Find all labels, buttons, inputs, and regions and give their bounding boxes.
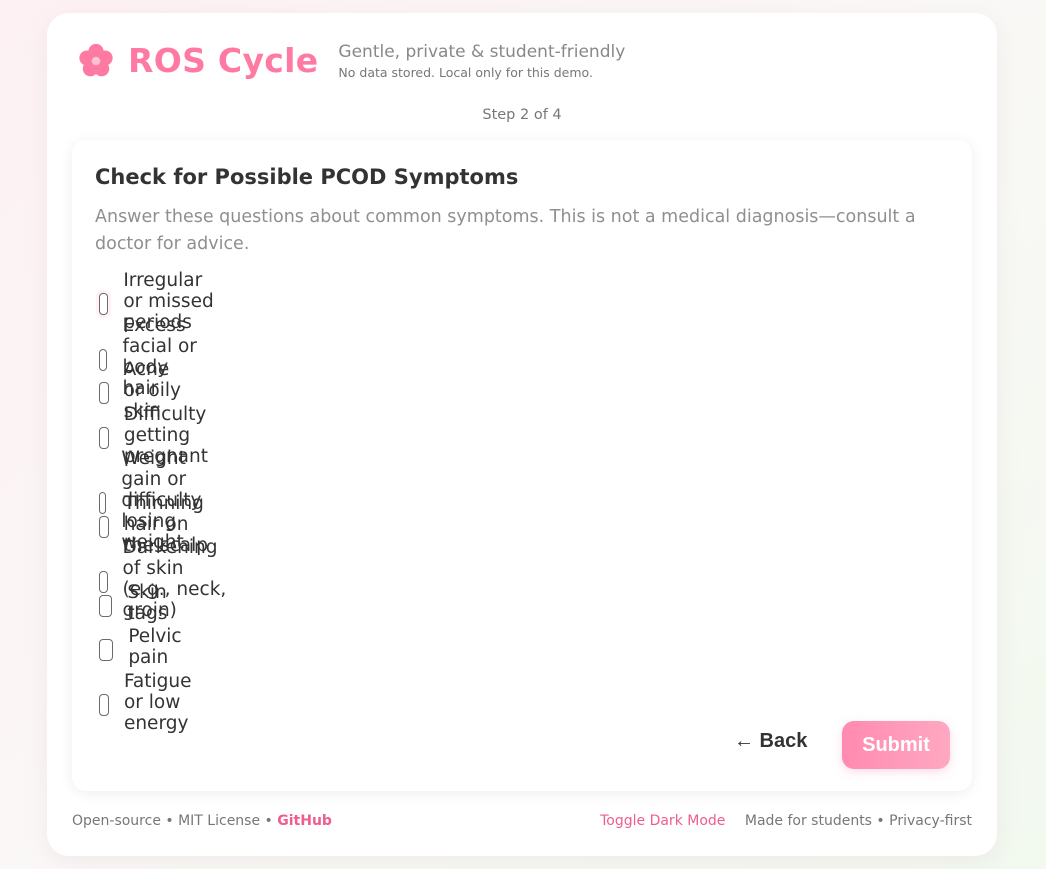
symptom-checkbox[interactable] — [99, 293, 109, 315]
form-title: Check for Possible PCOD Symptoms — [95, 165, 519, 189]
symptom-checkbox[interactable] — [99, 638, 114, 661]
flower-icon — [79, 43, 113, 76]
symptom-item[interactable]: Pelvic pain — [99, 626, 189, 668]
symptom-form: Check for Possible PCOD Symptoms Answer … — [72, 140, 972, 791]
footer-right: Toggle Dark Mode Made for students • Pri… — [600, 813, 972, 829]
back-button[interactable]: ← Back — [734, 730, 807, 753]
submit-button[interactable]: Submit — [842, 721, 950, 769]
github-link[interactable]: GitHub — [277, 813, 332, 829]
app-card: ROS Cycle Gentle, private & student-frie… — [47, 13, 997, 856]
symptom-label: Skin tags — [127, 582, 168, 624]
symptom-checkbox[interactable] — [99, 382, 109, 404]
symptom-checkbox[interactable] — [99, 516, 109, 538]
symptom-label: Pelvic pain — [128, 626, 182, 668]
symptom-checkbox[interactable] — [99, 427, 109, 449]
form-description: Answer these questions about common symp… — [95, 207, 916, 254]
footer-left: Open-source • MIT License • GitHub — [72, 813, 332, 829]
brand-subtagline: No data stored. Local only for this demo… — [338, 64, 593, 80]
symptom-checkbox[interactable] — [99, 694, 109, 716]
symptom-checkbox[interactable] — [99, 594, 113, 617]
tagline-block: Gentle, private & student-friendly No da… — [338, 42, 625, 80]
footer-license-text: Open-source • MIT License • — [72, 813, 273, 829]
step-indicator: Step 2 of 4 — [482, 107, 562, 123]
symptom-item[interactable]: Skin tags — [99, 582, 176, 624]
brand-tagline: Gentle, private & student-friendly — [338, 41, 626, 62]
brand-name: ROS Cycle — [128, 41, 319, 80]
symptom-item[interactable]: Fatigue or low energy — [99, 671, 204, 734]
toggle-dark-mode-link[interactable]: Toggle Dark Mode — [600, 813, 725, 829]
header: ROS Cycle Gentle, private & student-frie… — [77, 41, 625, 80]
footer-tagline: Made for students • Privacy-first — [744, 813, 972, 829]
symptom-label: Fatigue or low energy — [123, 671, 192, 734]
footer: Open-source • MIT License • GitHub Toggl… — [72, 813, 972, 829]
